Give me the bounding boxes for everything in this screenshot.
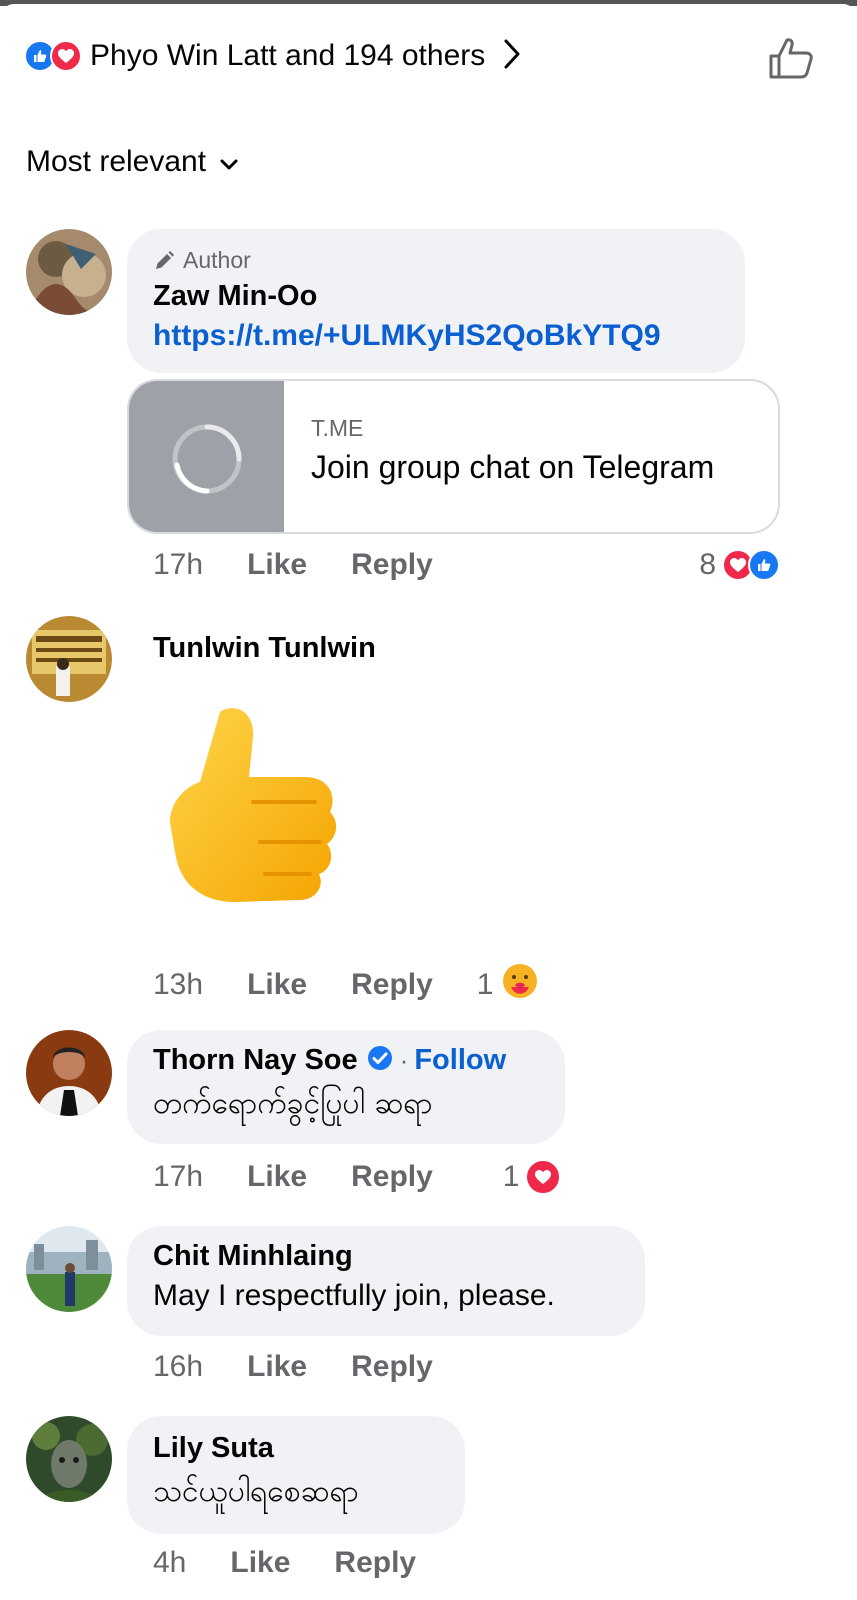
link-preview-title: Join group chat on Telegram xyxy=(311,449,715,485)
comment-bubble[interactable]: Author Zaw Min-Oo https://t.me/+ULMKyHS2… xyxy=(127,229,745,373)
reactions-summary-text: Phyo Win Latt and 194 others xyxy=(90,39,486,72)
comment-time: 17h xyxy=(153,1160,204,1193)
comment-bubble[interactable]: Lily Suta သင်ယူပါရစေဆရာ xyxy=(127,1416,465,1534)
like-button[interactable]: Like xyxy=(247,1350,307,1384)
chevron-right-icon xyxy=(503,38,521,75)
like-button[interactable]: Like xyxy=(230,1546,290,1580)
separator-dot: · xyxy=(399,1045,409,1075)
like-button[interactable]: Like xyxy=(247,968,307,1002)
comment-author-name[interactable]: Tunlwin Tunlwin xyxy=(153,632,376,665)
comment-bubble[interactable]: Chit Minhlaing May I respectfully join, … xyxy=(127,1226,645,1336)
comment-time: 13h xyxy=(153,968,204,1001)
reply-button[interactable]: Reply xyxy=(334,1546,416,1580)
avatar[interactable] xyxy=(26,1226,112,1312)
reply-button[interactable]: Reply xyxy=(351,968,433,1002)
comment-time: 17h xyxy=(153,548,204,581)
love-reaction-icon xyxy=(525,1159,562,1195)
comment-actions: 17h Like Reply 1 xyxy=(153,1159,562,1195)
comment-bubble[interactable]: Thorn Nay Soe · Follow တက်ရောက်ခွင့်ပြုပ… xyxy=(127,1030,565,1144)
reply-button[interactable]: Reply xyxy=(351,1160,433,1194)
comment-time: 16h xyxy=(153,1350,204,1383)
follow-button[interactable]: Follow xyxy=(414,1044,506,1077)
comment-actions: 16h Like Reply xyxy=(153,1350,433,1384)
reaction-count: 1 xyxy=(502,1160,520,1193)
comment-author-name[interactable]: Chit Minhlaing xyxy=(153,1240,619,1273)
chevron-down-icon xyxy=(220,145,238,179)
comment-text: May I respectfully join, please. xyxy=(153,1279,555,1312)
comment-text: သင်ယူပါရစေဆရာ xyxy=(153,1474,360,1509)
like-button[interactable]: Like xyxy=(247,548,307,582)
sort-label: Most relevant xyxy=(26,145,207,178)
comment-reactions[interactable]: 1 xyxy=(503,1159,562,1195)
reactions-summary[interactable]: Phyo Win Latt and 194 others xyxy=(24,36,521,76)
comment-link[interactable]: https://t.me/+ULMKyHS2QoBkYTQ9 xyxy=(153,319,719,353)
author-badge-label: Author xyxy=(183,247,251,273)
comment-author-name[interactable]: Thorn Nay Soe xyxy=(153,1044,358,1077)
like-reaction-icon xyxy=(748,549,780,581)
link-preview-thumbnail xyxy=(129,381,284,532)
comment-reactions[interactable]: 1 xyxy=(477,962,540,1008)
comment-actions: 17h Like Reply 8 xyxy=(153,548,780,582)
comment-actions: 4h Like Reply xyxy=(153,1546,416,1580)
author-badge: Author xyxy=(153,247,719,274)
link-preview-domain: T.ME xyxy=(311,415,364,441)
avatar[interactable] xyxy=(26,616,112,702)
reaction-count: 8 xyxy=(699,548,716,581)
reply-button[interactable]: Reply xyxy=(351,548,433,582)
comment-text: တက်ရောက်ခွင့်ပြုပါ ဆရာ xyxy=(153,1086,433,1121)
avatar[interactable] xyxy=(26,1030,112,1116)
comment-author-name[interactable]: Lily Suta xyxy=(153,1432,439,1465)
comment-time: 4h xyxy=(153,1546,187,1579)
care-reaction-icon xyxy=(501,962,539,1008)
reply-button[interactable]: Reply xyxy=(351,1350,433,1384)
avatar[interactable] xyxy=(26,1416,112,1502)
avatar[interactable] xyxy=(26,229,112,315)
like-button[interactable]: Like xyxy=(247,1160,307,1194)
comment-header: Thorn Nay Soe · Follow xyxy=(153,1044,539,1077)
comment-actions: 13h Like Reply 1 xyxy=(153,962,539,1008)
comment-reactions[interactable]: 8 xyxy=(699,548,780,582)
verified-icon xyxy=(366,1044,394,1077)
link-preview-card[interactable]: T.ME Join group chat on Telegram xyxy=(127,379,780,534)
reaction-count: 1 xyxy=(476,968,494,1001)
love-reaction-icon xyxy=(50,40,82,72)
sort-dropdown[interactable]: Most relevant xyxy=(26,145,238,179)
thumbs-up-outline-icon[interactable] xyxy=(768,36,814,85)
thumbs-up-sticker xyxy=(165,702,345,927)
loading-spinner-icon xyxy=(172,424,241,493)
comment-author-name[interactable]: Zaw Min-Oo xyxy=(153,280,719,313)
pencil-icon xyxy=(156,250,174,269)
